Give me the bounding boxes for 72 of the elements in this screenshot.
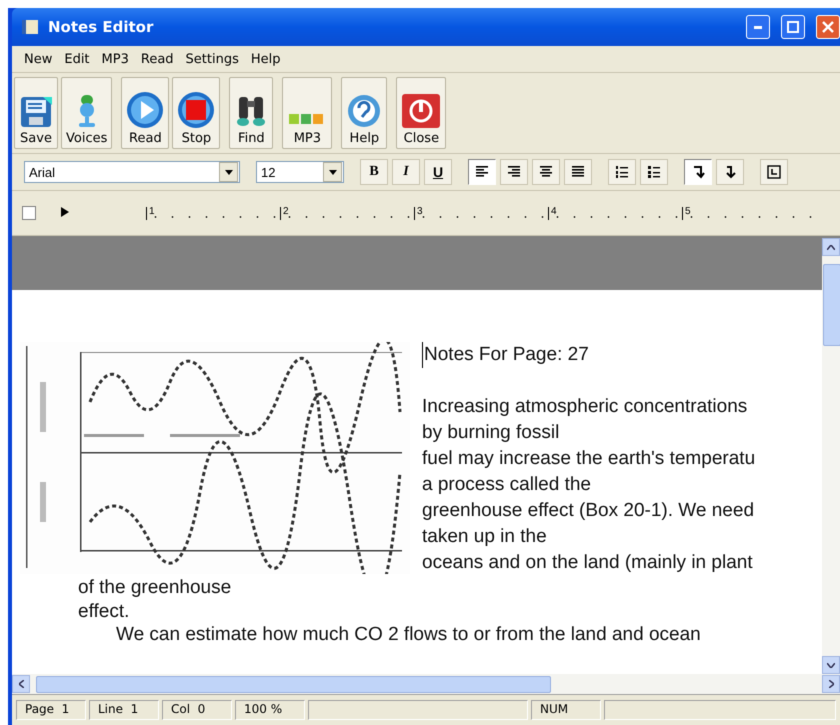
- menu-item[interactable]: MP3: [96, 50, 135, 68]
- text-line: by burning fossil: [422, 421, 560, 445]
- status-field: Col 0: [162, 700, 232, 720]
- down-arrow-icon: [691, 165, 705, 179]
- stop-icon: [177, 91, 216, 129]
- maximize-button[interactable]: [781, 15, 805, 39]
- help-icon: [346, 93, 382, 129]
- window-title: Notes Editor: [48, 18, 154, 36]
- scroll-thumb[interactable]: [823, 264, 840, 346]
- font-dropdown[interactable]: Arial: [24, 161, 240, 183]
- toolbar-button[interactable]: Voices: [61, 77, 112, 149]
- align-left-icon: [475, 165, 489, 179]
- text-line: a process called the: [422, 473, 592, 497]
- text-line: Increasing atmospheric concentrations: [422, 395, 748, 419]
- align-center-button[interactable]: [532, 159, 560, 185]
- toolbar-button[interactable]: Find: [229, 77, 274, 149]
- numbered-list-button[interactable]: [608, 159, 636, 185]
- status-field: Page 1: [16, 700, 86, 720]
- toolbar-button[interactable]: Stop: [172, 77, 220, 149]
- indent-first-button[interactable]: [684, 159, 712, 185]
- tab-selector[interactable]: [22, 206, 36, 220]
- play-icon: [126, 91, 164, 129]
- text-line: oceans and on the land (mainly in plant: [422, 551, 754, 575]
- text-line: We can estimate how much CO 2 flows to or from the land and ocean: [116, 624, 701, 645]
- close-icon: [822, 21, 834, 33]
- minimize-icon: [754, 26, 762, 28]
- menu-item[interactable]: Read: [134, 50, 180, 68]
- notes-heading: Notes For Page: 27: [422, 342, 756, 368]
- align-right-button[interactable]: [500, 159, 528, 185]
- text-line: of the greenhouse: [78, 577, 232, 598]
- toolbar-button[interactable]: Read: [121, 77, 170, 149]
- bullet-list-icon: [647, 165, 661, 179]
- align-left-button[interactable]: [468, 159, 496, 185]
- tab-stop-button[interactable]: [760, 159, 788, 185]
- align-center-icon: [539, 165, 553, 179]
- minimize-button[interactable]: [746, 15, 770, 39]
- align-right-icon: [507, 165, 521, 179]
- notebook-icon: [20, 18, 40, 36]
- size-dropdown[interactable]: 12: [256, 161, 344, 183]
- text-line: effect.: [78, 601, 130, 622]
- horizontal-scrollbar[interactable]: [12, 674, 840, 694]
- justify-button[interactable]: [564, 159, 592, 185]
- bold-button[interactable]: B: [360, 159, 388, 185]
- text-line: taken up in the: [422, 525, 548, 549]
- indent-marker-icon[interactable]: [60, 207, 70, 219]
- toolbar-button[interactable]: MP3: [282, 77, 332, 149]
- maximize-icon: [787, 21, 799, 33]
- toolbar-button[interactable]: Close: [396, 77, 446, 149]
- text-line: greenhouse effect (Box 20-1). We need: [422, 499, 756, 523]
- status-field: NUM: [531, 700, 601, 720]
- vertical-scrollbar[interactable]: [822, 238, 840, 674]
- italic-button[interactable]: I: [392, 159, 420, 185]
- toolbar-button[interactable]: Save: [14, 77, 58, 149]
- status-field: 100 %: [235, 700, 305, 720]
- toolbar-button[interactable]: Help: [341, 77, 388, 149]
- menu-item[interactable]: Help: [244, 50, 287, 68]
- numbered-list-icon: [615, 165, 629, 179]
- power-icon: [401, 93, 442, 129]
- close-button[interactable]: [816, 15, 840, 39]
- scroll-thumb[interactable]: [36, 676, 551, 692]
- status-field: Line 1: [89, 700, 159, 720]
- justify-icon: [571, 165, 585, 179]
- menu-item[interactable]: Edit: [58, 50, 96, 68]
- indent-hanging-button[interactable]: [716, 159, 744, 185]
- bullet-list-button[interactable]: [640, 159, 668, 185]
- caret-icon: [224, 170, 232, 174]
- underline-button[interactable]: U: [424, 159, 452, 185]
- caret-icon: [328, 170, 336, 174]
- menu-item[interactable]: Settings: [180, 50, 245, 68]
- menu-item[interactable]: New: [18, 50, 58, 68]
- tab-stop-icon: [767, 165, 781, 179]
- text-line: fuel may increase the earth's temperatu: [422, 447, 756, 471]
